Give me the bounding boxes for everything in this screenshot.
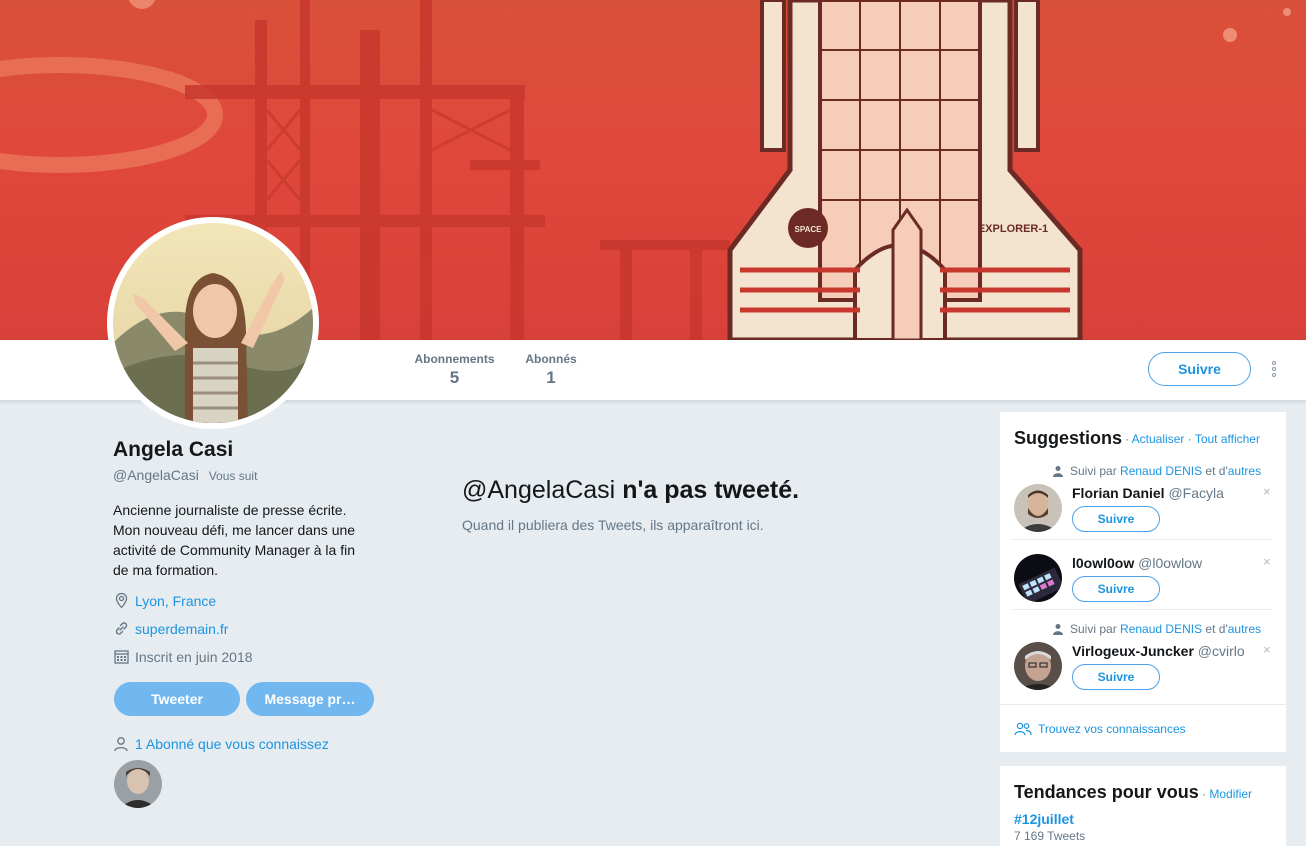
stat-followers-label: Abonnés (525, 352, 577, 366)
find-friends-link[interactable]: Trouvez vos connaissances (1014, 722, 1186, 736)
suggestions-card: Suggestions · Actualiser · Tout afficher… (1000, 412, 1286, 752)
and-others-text: et d' (1205, 464, 1228, 478)
via-user-link[interactable]: Renaud DENIS (1120, 622, 1202, 636)
and-others-text: et d' (1205, 622, 1228, 636)
empty-timeline-subtitle: Quand il publiera des Tweets, ils appara… (462, 517, 764, 533)
joined-text: Inscrit en juin 2018 (135, 648, 253, 665)
suggestion-photo (1014, 642, 1062, 690)
show-all-link[interactable]: Tout afficher (1195, 432, 1260, 446)
suggestion-name: Florian Daniel (1072, 485, 1165, 501)
known-followers[interactable]: 1 Abonné que vous connaissez (113, 736, 329, 752)
suggestion-follow-button[interactable]: Suivre (1072, 506, 1160, 532)
divider (1012, 609, 1272, 610)
stat-followers-value: 1 (546, 368, 556, 387)
suggestion-photo (1014, 484, 1062, 532)
person-icon (1053, 624, 1063, 635)
find-friends-text: Trouvez vos connaissances (1038, 722, 1186, 736)
dismiss-suggestion-icon[interactable]: × (1263, 642, 1271, 657)
trends-title: Tendances pour vous (1014, 782, 1199, 802)
via-user-link[interactable]: Renaud DENIS (1120, 464, 1202, 478)
suggestion-follow-button[interactable]: Suivre (1072, 576, 1160, 602)
separator: · (1184, 432, 1195, 446)
trend-item-count: 7 169 Tweets (1014, 829, 1086, 843)
link-icon (115, 622, 128, 635)
profile-bio: Ancienne journaliste de presse écrite. M… (113, 502, 356, 578)
trends-card: Tendances pour vous · Modifier #12juille… (1000, 766, 1286, 846)
suggestion-social-proof: Suivi par Renaud DENIS et d'autres (1052, 464, 1261, 478)
known-follower-photo (114, 760, 162, 808)
divider (1000, 704, 1286, 705)
suggestion-user[interactable]: l0owl0ow @l0owlow (1072, 555, 1202, 571)
suggestions-links: · Actualiser · Tout afficher (1125, 432, 1260, 446)
suggestion-name: Virlogeux-Juncker (1072, 643, 1194, 659)
followed-by-text: Suivi par (1070, 464, 1117, 478)
suggestion-social-proof: Suivi par Renaud DENIS et d'autres (1052, 622, 1261, 636)
dismiss-suggestion-icon[interactable]: × (1263, 554, 1271, 569)
divider (1012, 539, 1272, 540)
person-icon (114, 737, 128, 752)
profile-joined: Inscrit en juin 2018 (113, 648, 253, 665)
suggestion-avatar[interactable] (1014, 484, 1062, 532)
profile-name[interactable]: Angela Casi (113, 438, 233, 462)
tweet-to-button[interactable]: Tweeter (114, 682, 240, 716)
direct-message-button[interactable]: Message pr… (246, 682, 374, 716)
separator: · (1198, 787, 1210, 801)
suggestion-avatar[interactable] (1014, 554, 1062, 602)
location-text[interactable]: Lyon, France (135, 593, 216, 609)
suggestion-handle: @l0owlow (1138, 555, 1203, 571)
trend-item-tag[interactable]: #12juillet (1014, 811, 1074, 827)
suggestion-handle: @Facyla (1168, 485, 1224, 501)
person-icon (1053, 466, 1063, 477)
suggestion-name: l0owl0ow (1072, 555, 1135, 571)
followed-by-text: Suivi par (1070, 622, 1117, 636)
people-icon (1014, 722, 1032, 736)
profile-handle[interactable]: @AngelaCasi (113, 467, 199, 483)
stat-following-value: 5 (449, 368, 460, 387)
separator: · (1125, 432, 1132, 446)
suggestion-handle: @cvirlo (1197, 643, 1245, 659)
follows-you-badge: Vous suit (208, 469, 258, 483)
stat-followers[interactable]: Abonnés 1 (522, 352, 580, 388)
modify-trends-link[interactable]: Modifier (1209, 787, 1252, 801)
trends-title-row: Tendances pour vous · Modifier (1014, 782, 1252, 803)
banner-text-explorer: EXPLORER-1 (978, 223, 1048, 235)
suggestion-follow-button[interactable]: Suivre (1072, 664, 1160, 690)
calendar-icon (114, 650, 129, 664)
others-link[interactable]: autres (1228, 464, 1261, 478)
suggestion-photo (1014, 554, 1062, 602)
profile-avatar[interactable] (107, 217, 319, 429)
others-link[interactable]: autres (1228, 622, 1261, 636)
empty-title-rest: n'a pas tweeté. (615, 476, 800, 504)
follow-button[interactable]: Suivre (1148, 352, 1251, 386)
dismiss-suggestion-icon[interactable]: × (1263, 484, 1271, 499)
empty-title-handle: @AngelaCasi (462, 476, 616, 504)
stat-following-label: Abonnements (414, 352, 495, 366)
suggestions-title: Suggestions (1014, 428, 1123, 448)
suggestion-user[interactable]: Virlogeux-Juncker @cvirlo (1072, 643, 1245, 659)
stat-following[interactable]: Abonnements 5 (413, 352, 496, 388)
suggestion-avatar[interactable] (1014, 642, 1062, 690)
profile-handle-row: @AngelaCasi Vous suit (113, 467, 257, 483)
more-options-icon[interactable] (1266, 360, 1282, 380)
suggestion-user[interactable]: Florian Daniel @Facyla (1072, 485, 1224, 501)
profile-website: superdemain.fr (113, 620, 228, 637)
profile-location: Lyon, France (113, 592, 216, 609)
known-follower-avatar[interactable] (114, 760, 162, 808)
known-followers-text: 1 Abonné que vous connaissez (135, 736, 329, 752)
empty-timeline-title: @AngelaCasi n'a pas tweeté. (462, 476, 799, 505)
refresh-link[interactable]: Actualiser (1132, 432, 1185, 446)
location-pin-icon (115, 592, 128, 609)
avatar-photo (113, 223, 313, 423)
website-link[interactable]: superdemain.fr (135, 621, 228, 637)
banner-text-space: SPACE (795, 225, 823, 234)
